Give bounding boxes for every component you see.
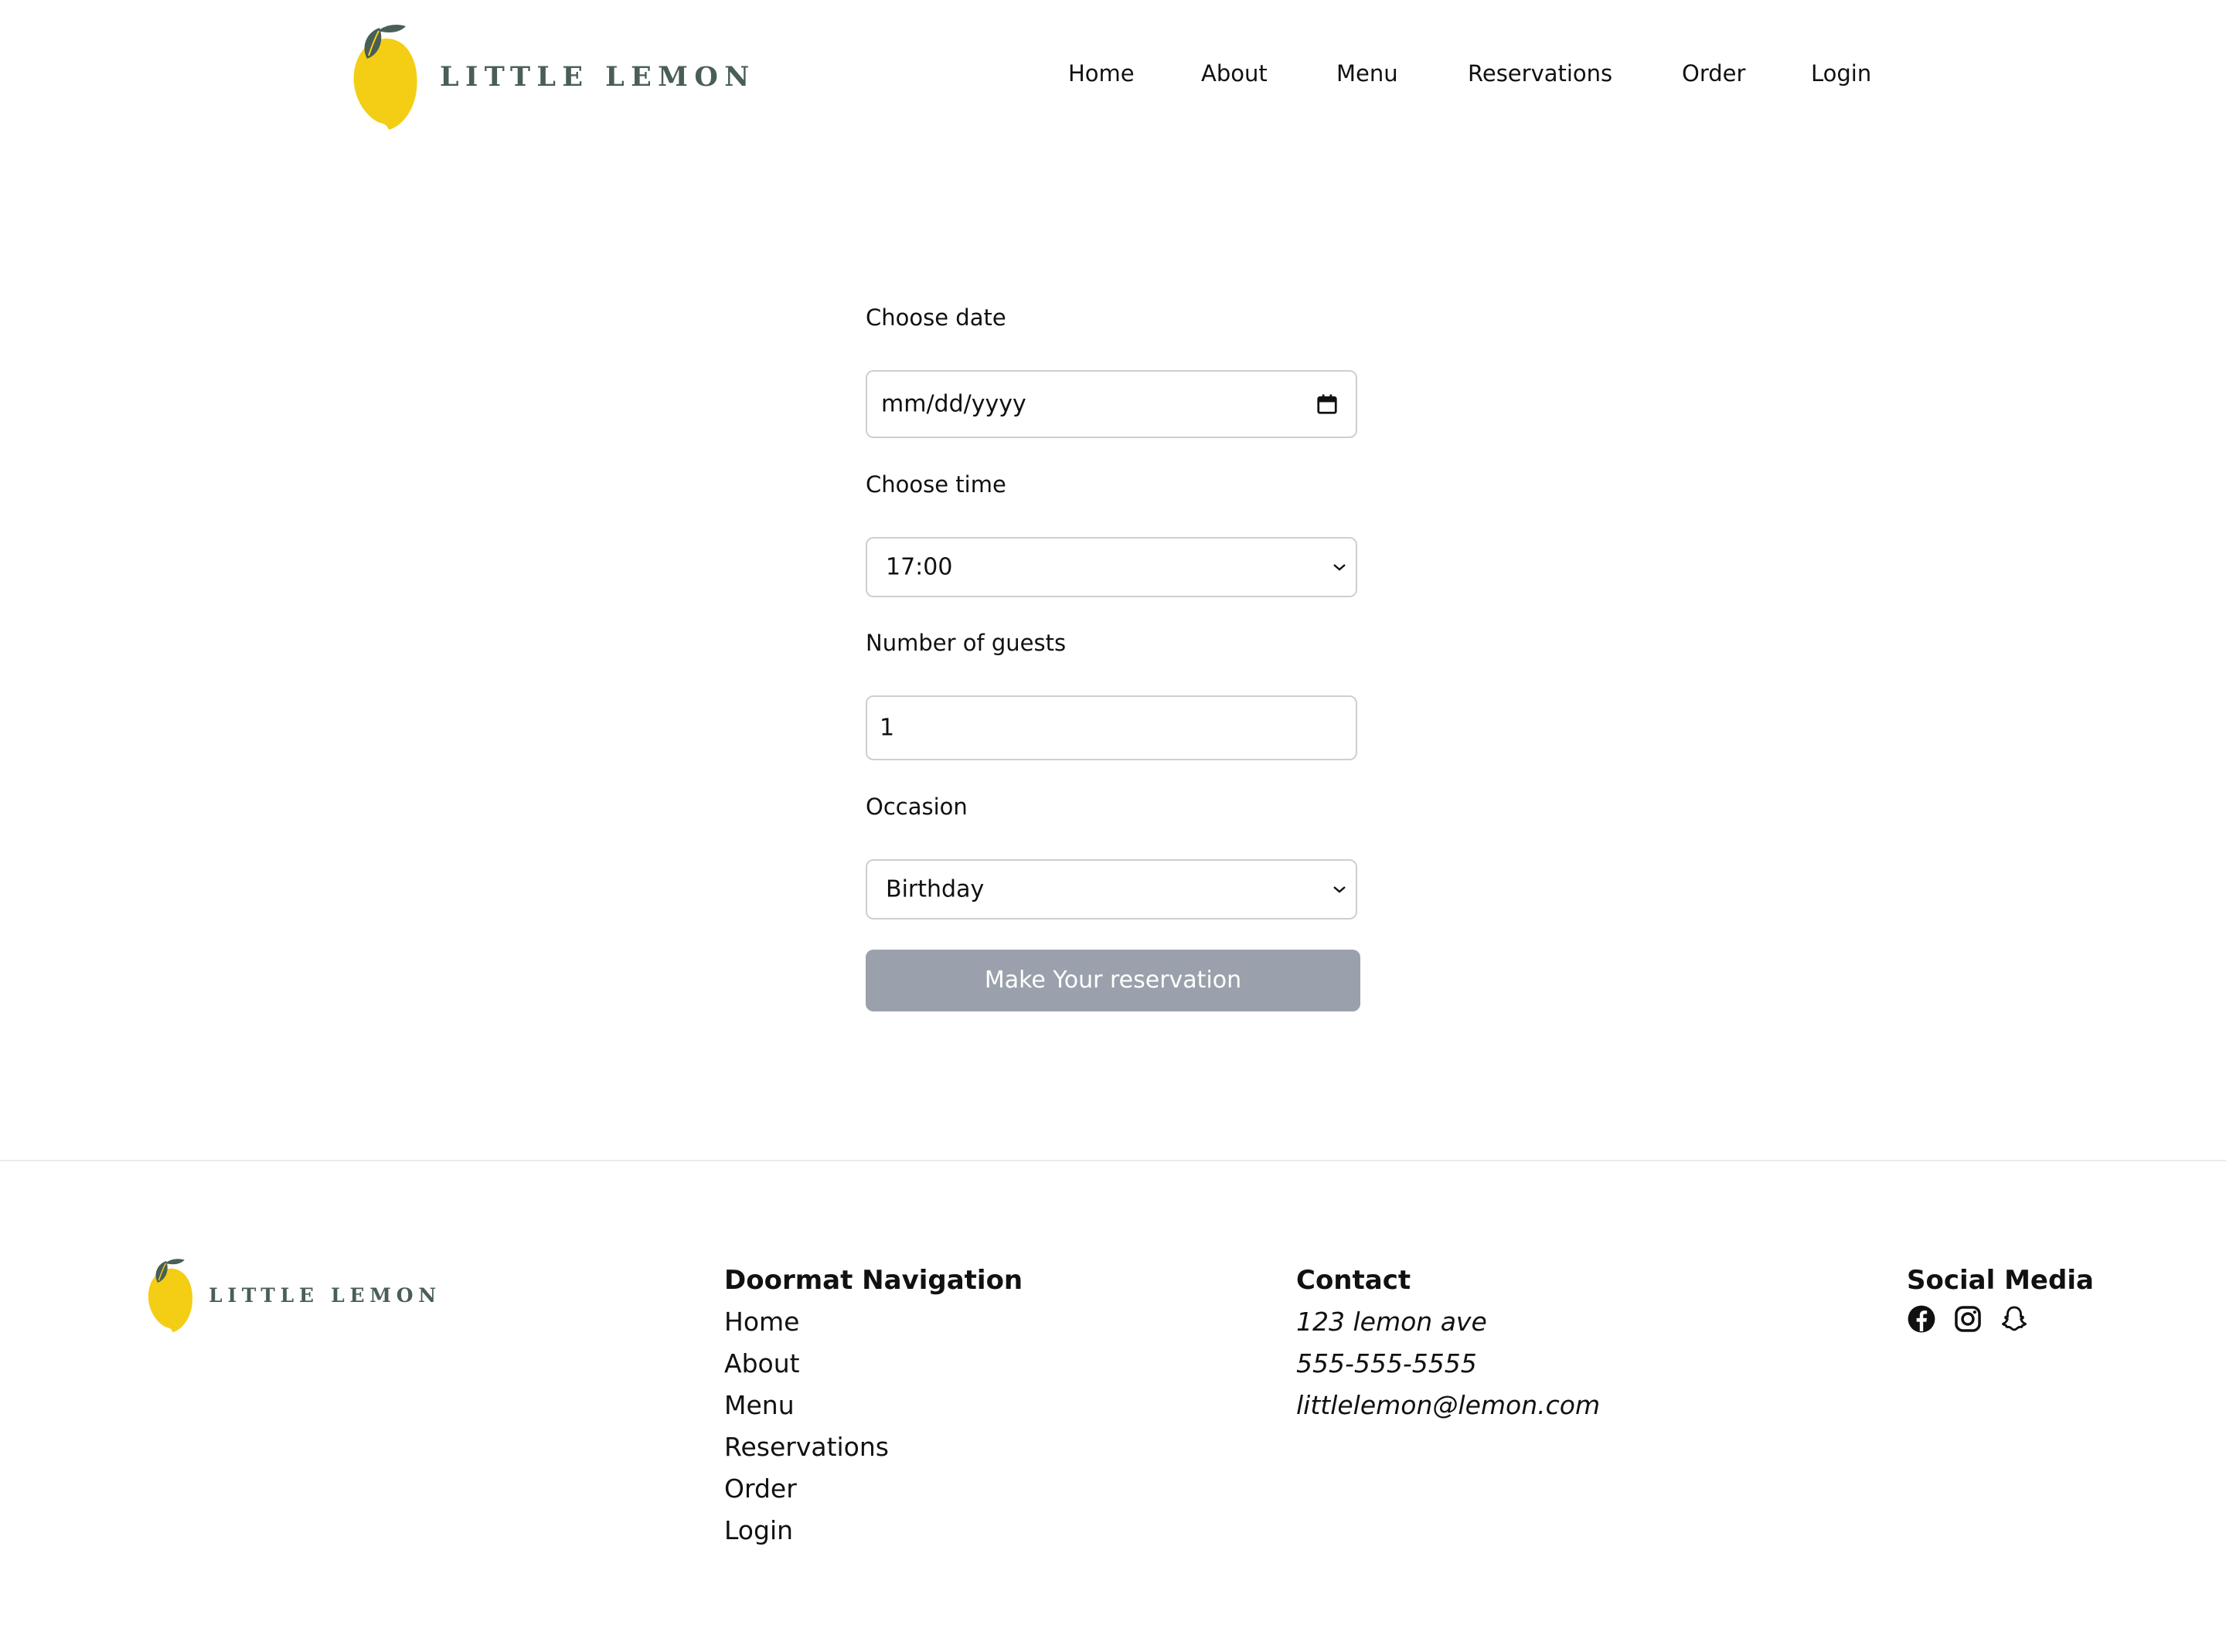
contact-phone: 555-555-5555 [1296, 1348, 1477, 1378]
lemon-logo-icon [148, 1259, 193, 1333]
facebook-icon[interactable] [1907, 1304, 1936, 1334]
chevron-down-icon [1333, 564, 1346, 571]
nav-order[interactable]: Order [1682, 60, 1745, 87]
doormat-title: Doormat Navigation [724, 1265, 1023, 1296]
guests-input[interactable]: 1 [866, 695, 1357, 760]
occasion-value: Birthday [886, 875, 985, 903]
contact-address: 123 lemon ave [1296, 1307, 1487, 1337]
footer-brand-name: LITTLE LEMON [209, 1283, 441, 1307]
time-label: Choose time [866, 471, 1006, 498]
contact-email: littlelemon@lemon.com [1296, 1390, 1601, 1420]
social-media-section: Social Media [1907, 1259, 2094, 1334]
footer-link-order[interactable]: Order [724, 1468, 1023, 1510]
instagram-icon[interactable] [1953, 1304, 1983, 1334]
nav-about[interactable]: About [1201, 60, 1268, 87]
doormat-navigation: Doormat Navigation Home About Menu Reser… [724, 1259, 1023, 1552]
chevron-down-icon [1333, 886, 1346, 893]
nav-reservations[interactable]: Reservations [1468, 60, 1612, 87]
occasion-select[interactable]: Birthday [866, 859, 1357, 919]
social-title: Social Media [1907, 1265, 2094, 1296]
time-select[interactable]: 17:00 [866, 537, 1357, 597]
time-value: 17:00 [886, 553, 953, 581]
date-placeholder: mm/dd/yyyy [881, 390, 1026, 418]
date-label: Choose date [866, 304, 1006, 331]
site-header: LITTLE LEMON Home About Menu Reservation… [0, 0, 2226, 155]
footer-logo[interactable]: LITTLE LEMON [147, 1256, 441, 1334]
footer-link-about[interactable]: About [724, 1343, 1023, 1385]
nav-menu[interactable]: Menu [1336, 60, 1398, 87]
footer-link-home[interactable]: Home [724, 1301, 1023, 1343]
nav-home[interactable]: Home [1068, 60, 1135, 87]
make-reservation-button[interactable]: Make Your reservation [866, 950, 1360, 1011]
social-icons [1907, 1304, 2094, 1334]
nav-login[interactable]: Login [1811, 60, 1871, 87]
main-nav: Home About Menu Reservations Order Login [0, 60, 2226, 94]
footer-divider [0, 1160, 2226, 1161]
contact-title: Contact [1296, 1265, 1411, 1296]
guests-value: 1 [880, 714, 895, 742]
footer-link-login[interactable]: Login [724, 1510, 1023, 1552]
date-input[interactable]: mm/dd/yyyy [866, 370, 1357, 438]
footer-link-menu[interactable]: Menu [724, 1385, 1023, 1426]
occasion-label: Occasion [866, 794, 968, 820]
contact-section: Contact 123 lemon ave 555-555-5555 littl… [1296, 1259, 1600, 1426]
guests-label: Number of guests [866, 630, 1067, 656]
footer-link-reservations[interactable]: Reservations [724, 1426, 1023, 1468]
calendar-icon[interactable] [1316, 393, 1339, 416]
snapchat-icon[interactable] [2000, 1304, 2029, 1334]
